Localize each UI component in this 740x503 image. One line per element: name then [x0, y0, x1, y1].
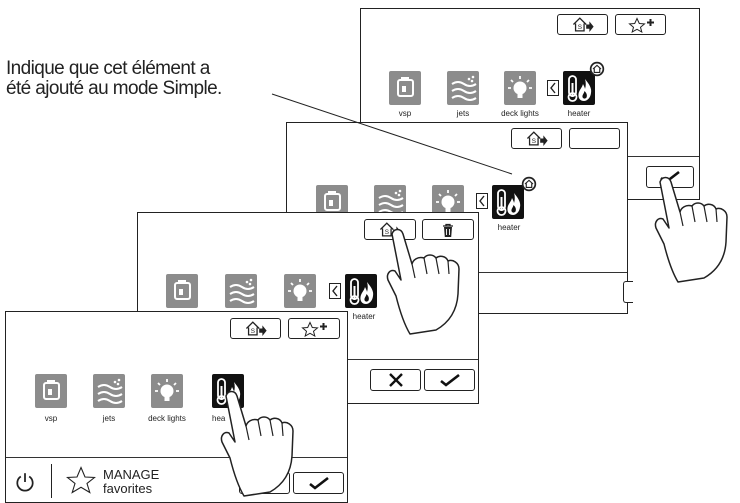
simple-mode-button[interactable] — [230, 318, 281, 339]
jets-icon — [93, 374, 125, 408]
vsp-label: vsp — [44, 414, 58, 423]
deck-lights-tile[interactable] — [284, 274, 316, 308]
check-icon — [438, 372, 462, 388]
heater-label: heater — [352, 312, 376, 321]
favorites-label[interactable]: favorites — [103, 482, 152, 496]
x-icon — [386, 372, 406, 388]
pointing-hand-icon — [652, 174, 732, 284]
pointing-hand-icon — [218, 388, 298, 498]
confirm-button[interactable] — [293, 472, 344, 494]
house-arrow-icon — [524, 130, 550, 147]
simple-mode-badge-icon — [521, 176, 537, 192]
bulb-icon — [504, 71, 536, 105]
jets-icon — [447, 71, 479, 105]
blank-button[interactable] — [569, 128, 620, 149]
simple-mode-badge-icon — [589, 61, 605, 77]
annotation-line-1: Indique que cet élément a — [6, 58, 210, 79]
chevron-left-icon — [479, 195, 485, 207]
reorder-left-arrow[interactable] — [547, 80, 559, 96]
vsp-label: vsp — [398, 109, 412, 118]
reorder-left-arrow[interactable] — [329, 283, 341, 299]
heater-label: heater — [567, 109, 591, 118]
house-arrow-icon — [570, 16, 596, 33]
bulb-icon — [151, 374, 183, 408]
power-icon[interactable] — [14, 471, 36, 493]
add-favorite-button[interactable] — [288, 318, 340, 339]
heater-tile[interactable] — [492, 185, 524, 219]
jets-tile[interactable] — [225, 274, 257, 308]
star-outline-icon[interactable] — [66, 466, 96, 494]
house-arrow-icon — [243, 320, 269, 337]
add-favorite-button[interactable] — [615, 14, 666, 35]
heater-icon — [345, 274, 377, 308]
star-plus-icon — [627, 16, 655, 33]
jets-label: jets — [102, 414, 116, 423]
pointing-hand-icon — [384, 226, 464, 336]
pump-icon — [166, 274, 198, 308]
cancel-button[interactable] — [370, 369, 421, 391]
jets-icon — [225, 274, 257, 308]
heater-tile[interactable] — [345, 274, 377, 308]
chevron-left-icon — [550, 82, 556, 94]
vsp-tile[interactable] — [389, 71, 421, 105]
confirm-button[interactable] — [424, 369, 475, 391]
deck-lights-tile[interactable] — [151, 374, 183, 408]
heater-label: heater — [497, 223, 521, 232]
deck-lights-tile[interactable] — [504, 71, 536, 105]
pump-icon — [35, 374, 67, 408]
pump-icon — [389, 71, 421, 105]
vsp-tile[interactable] — [35, 374, 67, 408]
simple-mode-button[interactable] — [511, 128, 562, 149]
jets-tile[interactable] — [447, 71, 479, 105]
star-plus-icon — [300, 320, 328, 337]
jets-tile[interactable] — [93, 374, 125, 408]
cancel-button[interactable] — [623, 281, 633, 303]
manage-label[interactable]: MANAGE — [103, 468, 159, 482]
annotation-line-2: été ajouté au mode Simple. — [6, 78, 222, 99]
annotation-text: Indique que cet élément a été ajouté au … — [6, 59, 222, 99]
simple-mode-button[interactable] — [557, 14, 608, 35]
deck-lights-label: deck lights — [501, 109, 539, 118]
chevron-left-icon — [332, 285, 338, 297]
reorder-left-arrow[interactable] — [476, 193, 488, 209]
heater-icon — [492, 185, 524, 219]
footer-separator — [51, 464, 52, 498]
jets-label: jets — [456, 109, 470, 118]
deck-lights-label: deck lights — [148, 414, 186, 423]
vsp-tile[interactable] — [166, 274, 198, 308]
bulb-icon — [284, 274, 316, 308]
check-icon — [307, 475, 331, 491]
